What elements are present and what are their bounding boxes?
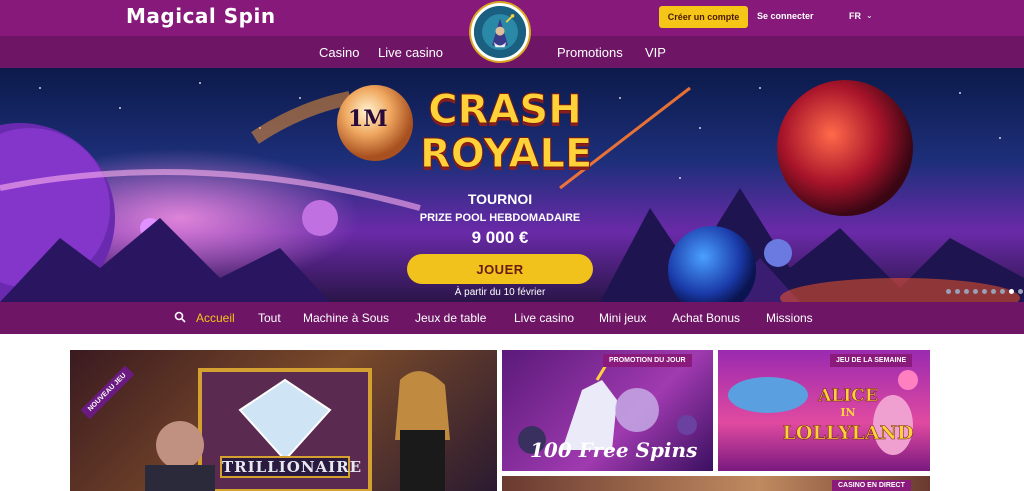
hero-title-line2: ROYALE — [420, 131, 593, 177]
category-tout[interactable]: Tout — [258, 311, 281, 325]
category-missions[interactable]: Missions — [766, 311, 813, 325]
carousel-dot[interactable] — [973, 289, 978, 294]
promo-card[interactable]: PROMOTION DU JOUR 100 Free Spins — [502, 350, 713, 471]
search-icon[interactable] — [174, 311, 186, 323]
category-jeux-de-table[interactable]: Jeux de table — [415, 311, 486, 325]
chevron-down-icon[interactable]: ⌄ — [866, 11, 873, 20]
play-button[interactable]: JOUER — [407, 254, 593, 284]
hero-title-line1: CRASH — [428, 87, 582, 133]
nav-item-vip[interactable]: VIP — [645, 45, 666, 60]
carousel-dot[interactable] — [964, 289, 969, 294]
promo-title: 100 Free Spins — [530, 438, 698, 462]
weekly-badge: JEU DE LA SEMAINE — [830, 354, 913, 367]
live-badge: CASINO EN DIRECT — [832, 480, 911, 491]
weekly-title-line3: LOLLYLAND — [782, 422, 914, 445]
category-mini-jeux[interactable]: Mini jeux — [599, 311, 646, 325]
live-casino-card[interactable]: CASINO EN DIRECT — [502, 476, 930, 491]
login-link[interactable]: Se connecter — [757, 11, 814, 21]
new-game-card[interactable]: NOUVEAU JEU TRILLIONAIRE — [70, 350, 497, 491]
hero-prize-amount: 9 000 € — [471, 228, 529, 247]
wizard-emblem-icon[interactable] — [471, 3, 529, 61]
carousel-dot[interactable] — [1018, 289, 1023, 294]
category-bar — [0, 302, 1024, 334]
category-machine-a-sous[interactable]: Machine à Sous — [303, 311, 389, 325]
weekly-game-card[interactable]: JEU DE LA SEMAINE ALICE IN LOLLYLAND — [718, 350, 930, 471]
carousel-dot[interactable] — [982, 289, 987, 294]
carousel-dot[interactable] — [955, 289, 960, 294]
category-achat-bonus[interactable]: Achat Bonus — [672, 311, 740, 325]
carousel-dot[interactable] — [1009, 289, 1014, 294]
new-game-title: TRILLIONAIRE — [220, 456, 363, 478]
weekly-title-line1: ALICE — [818, 386, 878, 407]
promo-badge: PROMOTION DU JOUR — [603, 354, 692, 367]
hero-1m-logo: 1M — [348, 106, 388, 132]
hero-prize-label: PRIZE POOL HEBDOMADAIRE — [419, 212, 581, 224]
nav-item-casino[interactable]: Casino — [319, 45, 359, 60]
language-selector[interactable]: FR — [849, 11, 861, 21]
brand-logo[interactable]: Magical Spin — [126, 4, 276, 28]
carousel-dot[interactable] — [946, 289, 951, 294]
hero-subtitle: TOURNOI — [467, 191, 533, 207]
category-accueil[interactable]: Accueil — [196, 311, 235, 325]
nav-item-promotions[interactable]: Promotions — [557, 45, 623, 60]
hero-title: CRASH ROYALE — [420, 87, 593, 177]
carousel-dot[interactable] — [1000, 289, 1005, 294]
carousel-dot[interactable] — [991, 289, 996, 294]
hero-date-note: À partir du 10 février — [454, 287, 546, 298]
weekly-title-line2: IN — [840, 406, 856, 419]
nav-item-live-casino[interactable]: Live casino — [378, 45, 443, 60]
category-live-casino[interactable]: Live casino — [514, 311, 574, 325]
create-account-button[interactable]: Créer un compte — [659, 6, 748, 28]
carousel-dots[interactable] — [946, 289, 1023, 294]
